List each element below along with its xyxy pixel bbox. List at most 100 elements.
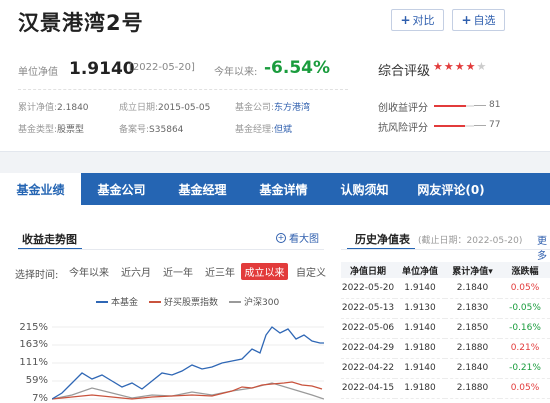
- cell-cum-nav: 2.1830: [445, 298, 500, 319]
- tab-company[interactable]: 基金公司: [81, 173, 162, 205]
- period-6m[interactable]: 近六月: [117, 263, 155, 280]
- series-line-csi300: [52, 382, 324, 400]
- nav-label: 单位净值: [18, 67, 58, 78]
- cell-date: 2022-04-29: [341, 338, 395, 359]
- y-tick-label: 59%: [25, 375, 48, 386]
- performance-chart[interactable]: [52, 315, 324, 403]
- score-leader: [474, 105, 486, 106]
- legend-swatch: [149, 300, 161, 303]
- cell-date: 2022-05-20: [341, 278, 395, 299]
- cum-nav: 累计净值:2.1840: [18, 100, 89, 113]
- period-custom[interactable]: 自定义: [293, 263, 329, 280]
- legend-csi300[interactable]: 沪深300: [229, 295, 279, 308]
- risk-score-fill: [434, 125, 465, 127]
- add-watchlist-button[interactable]: + 自选: [452, 9, 505, 31]
- score-leader: [474, 125, 486, 126]
- compare-button[interactable]: + 对比: [391, 9, 444, 31]
- col-unit-nav: 单位净值: [395, 262, 445, 278]
- cell-cum-nav: 2.1840: [445, 358, 500, 379]
- company-link[interactable]: 东方港湾: [274, 103, 310, 113]
- cell-cum-nav: 2.1850: [445, 318, 500, 339]
- period-label: 选择时间:: [15, 270, 59, 281]
- series-line-index: [52, 381, 323, 400]
- trend-title: 收益走势图: [22, 233, 77, 246]
- est-date: 成立日期:2015-05-05: [119, 100, 210, 113]
- table-row: 2022-05-13 1.9130 2.1830 -0.05%: [341, 298, 550, 319]
- tab-performance[interactable]: 基金业绩: [0, 173, 81, 205]
- cell-unit-nav: 1.9140: [395, 278, 445, 299]
- performance-panel: 收益走势图 + 看大图 选择时间: 今年以来 近六月 近一年 近三年 成立以来 …: [0, 205, 550, 403]
- table-row: 2022-04-22 1.9140 2.1840 -0.21%: [341, 358, 550, 379]
- cell-change: 0.21%: [500, 338, 550, 359]
- cell-change: -0.16%: [500, 318, 550, 339]
- est-date-label: 成立日期:: [119, 103, 159, 113]
- return-score-label: 创收益评分: [378, 103, 428, 114]
- legend-swatch: [96, 300, 108, 303]
- star-filled-icon: ★: [443, 60, 455, 73]
- col-change: 涨跌幅: [500, 262, 550, 278]
- rating-label: 综合评级: [378, 64, 431, 79]
- tab-comments[interactable]: 网友评论(0): [405, 173, 497, 205]
- plus-icon: +: [400, 13, 411, 27]
- col-cum-nav[interactable]: 累计净值▾: [445, 262, 500, 278]
- star-empty-icon: ★: [476, 60, 488, 73]
- period-ytd[interactable]: 今年以来: [66, 263, 112, 280]
- zoom-chart-link[interactable]: + 看大图: [276, 230, 319, 245]
- return-score-bar: [434, 105, 474, 107]
- cell-change: -0.05%: [500, 298, 550, 319]
- compare-label: 对比: [412, 14, 435, 27]
- risk-score-label: 抗风险评分: [378, 123, 428, 134]
- y-tick-label: 111%: [19, 357, 48, 368]
- tab-subscription[interactable]: 认购须知: [324, 173, 405, 205]
- cell-change: 0.05%: [500, 278, 550, 299]
- zoom-label: 看大图: [289, 234, 319, 245]
- cell-date: 2022-04-22: [341, 358, 395, 379]
- history-title: 历史净值表: [355, 233, 410, 246]
- fund-tabs: 基金业绩 基金公司 基金经理 基金详情 认购须知 网友评论(0): [0, 173, 550, 205]
- y-tick-label: 163%: [19, 339, 48, 350]
- tab-details[interactable]: 基金详情: [243, 173, 324, 205]
- star-filled-icon: ★: [465, 60, 477, 73]
- record-label: 备案号:: [119, 125, 150, 135]
- return-score-value: 81: [489, 100, 501, 110]
- legend-index[interactable]: 好买股票指数: [149, 295, 218, 308]
- y-tick-label: 215%: [19, 322, 48, 333]
- fund-type: 基金类型:股票型: [18, 122, 84, 135]
- star-filled-icon: ★: [454, 60, 466, 73]
- period-since-inception[interactable]: 成立以来: [241, 263, 288, 280]
- period-3y[interactable]: 近三年: [201, 263, 239, 280]
- cell-change: -0.21%: [500, 358, 550, 379]
- cell-date: 2022-05-06: [341, 318, 395, 339]
- ytd-value: -6.54%: [264, 58, 331, 78]
- table-row: 2022-04-15 1.9180 2.1880 0.05%: [341, 378, 550, 399]
- type-value: 股票型: [57, 125, 85, 135]
- period-1y[interactable]: 近一年: [159, 263, 197, 280]
- manager-link[interactable]: 但斌: [274, 125, 292, 135]
- risk-score-value: 77: [489, 120, 501, 130]
- cell-change: 0.05%: [500, 378, 550, 399]
- more-link[interactable]: 更多: [537, 232, 550, 262]
- divider: [18, 89, 348, 90]
- legend-label: 好买股票指数: [164, 298, 219, 308]
- nav-history-table: 净值日期 单位净值 累计净值▾ 涨跌幅 2022-05-20 1.9140 2.…: [341, 262, 550, 399]
- tab-manager[interactable]: 基金经理: [162, 173, 243, 205]
- cell-cum-nav: 2.1840: [445, 278, 500, 299]
- return-score-fill: [434, 105, 467, 107]
- rating-stars: ★★★★★: [433, 60, 487, 73]
- legend-label: 沪深300: [244, 298, 280, 308]
- history-subtitle: (截止日期：2022-05-20): [418, 236, 523, 246]
- cell-unit-nav: 1.9180: [395, 338, 445, 359]
- nav-date: [2022-05-20]: [129, 62, 195, 73]
- record-no: 备案号:S35864: [119, 122, 183, 135]
- manager-label: 基金经理:: [235, 125, 275, 135]
- type-label: 基金类型:: [18, 125, 58, 135]
- legend-fund[interactable]: 本基金: [96, 295, 138, 308]
- cell-unit-nav: 1.9140: [395, 318, 445, 339]
- divider: [341, 249, 550, 250]
- company-label: 基金公司:: [235, 103, 275, 113]
- est-date-value: 2015-05-05: [158, 103, 211, 113]
- fund-manager: 基金经理:但斌: [235, 122, 292, 135]
- cell-cum-nav: 2.1880: [445, 338, 500, 359]
- cum-nav-value: 2.1840: [57, 103, 89, 113]
- cell-unit-nav: 1.9180: [395, 378, 445, 399]
